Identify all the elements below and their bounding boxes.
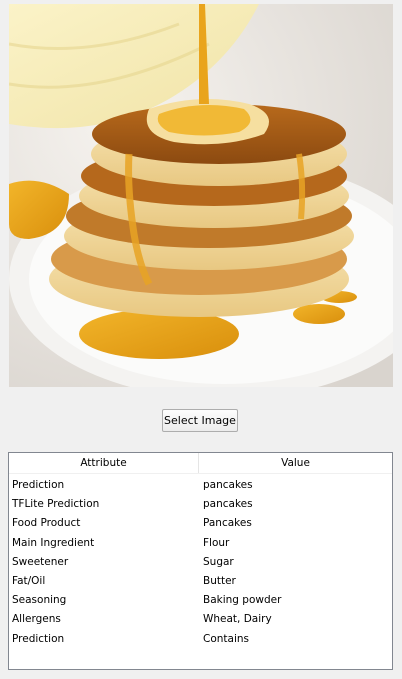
value-cell: Butter: [203, 574, 236, 587]
attribute-cell: Fat/Oil: [12, 574, 46, 587]
attribute-cell: Seasoning: [12, 594, 67, 607]
table-header: Attribute Value: [9, 453, 392, 474]
attribute-cell: Sweetener: [12, 555, 69, 568]
attribute-cell: Prediction: [12, 632, 65, 645]
table-row[interactable]: Fat/Oil Butter: [9, 572, 392, 591]
table-rows: Prediction pancakes TFLite Prediction pa…: [9, 476, 392, 649]
table-row[interactable]: Sweetener Sugar: [9, 553, 392, 572]
table-row[interactable]: Food Product Pancakes: [9, 514, 392, 533]
value-cell: pancakes: [203, 479, 253, 491]
table-row[interactable]: Allergens Wheat, Dairy: [9, 610, 392, 629]
attribute-cell: Main Ingredient: [12, 536, 95, 549]
value-cell: Contains: [203, 632, 250, 645]
value-cell: Wheat, Dairy: [203, 613, 272, 626]
attribute-cell: Prediction: [12, 479, 65, 491]
attribute-cell: Allergens: [12, 613, 61, 626]
value-cell: Sugar: [203, 555, 234, 568]
attribute-table: Attribute Value Prediction pancakes TFLi…: [8, 452, 393, 670]
value-cell: Baking powder: [203, 594, 282, 607]
attribute-cell: TFLite Prediction: [12, 498, 100, 511]
table-row[interactable]: Main Ingredient Flour: [9, 534, 392, 553]
table-row[interactable]: TFLite Prediction pancakes: [9, 495, 392, 514]
table-row[interactable]: Prediction pancakes: [9, 476, 392, 495]
column-header-attribute[interactable]: Attribute: [9, 453, 199, 473]
column-header-value[interactable]: Value: [199, 453, 392, 473]
value-cell: Pancakes: [203, 517, 252, 530]
value-cell: Flour: [203, 536, 230, 549]
table-row[interactable]: Seasoning Baking powder: [9, 591, 392, 610]
attribute-cell: Food Product: [12, 517, 81, 530]
food-image: [9, 4, 393, 387]
select-image-button[interactable]: Select Image: [162, 409, 238, 432]
value-cell: pancakes: [203, 498, 253, 511]
table-row[interactable]: Prediction Contains: [9, 630, 392, 649]
